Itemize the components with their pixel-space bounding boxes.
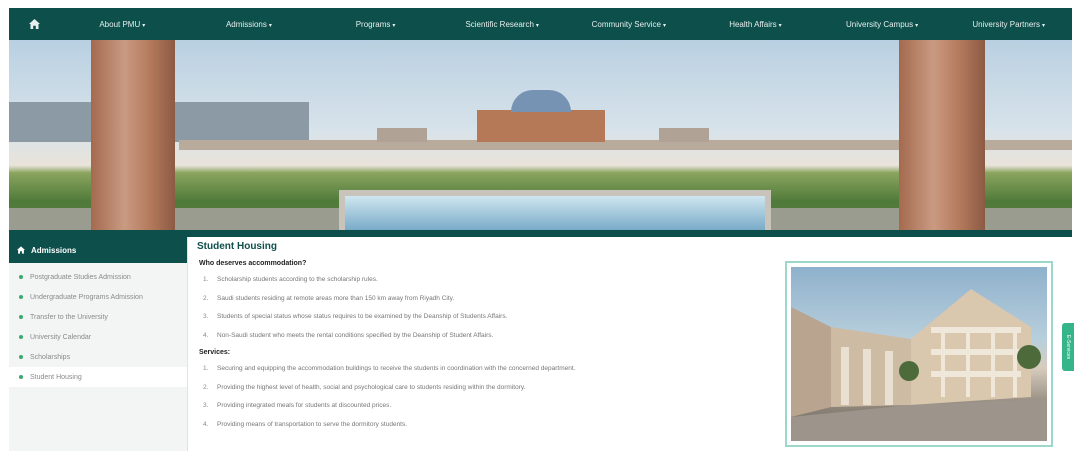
list-item: 3. Providing integrated meals for student… (203, 402, 392, 409)
nav-university-campus[interactable]: University Campus ▾ (819, 20, 946, 29)
sidebar-item-undergraduate-admission[interactable]: Undergraduate Programs Admission (9, 287, 187, 307)
list-item: 3. Students of special status whose statu… (203, 313, 508, 320)
sidebar-item-transfer[interactable]: Transfer to the University (9, 307, 187, 327)
page-frame: About PMU ▾ Admissions ▾ Programs ▾ Scienti… (9, 8, 1072, 451)
page-title: Student Housing (197, 241, 277, 252)
chevron-down-icon: ▾ (778, 22, 782, 29)
chevron-down-icon: ▾ (662, 22, 666, 29)
services-list: 1. Securing and equipping the accommodati… (197, 360, 777, 434)
list-item: 2. Saudi students residing at remote area… (203, 294, 455, 302)
housing-building-photo (791, 267, 1047, 441)
sidebar-title: Admissions (31, 245, 77, 255)
banner-building-wing-left (377, 128, 427, 142)
e-services-tab[interactable]: E-Services (1062, 323, 1074, 371)
content-area: Admissions Postgraduate Studies Admissio… (9, 237, 1072, 451)
home-icon (17, 246, 25, 254)
nav-health-affairs[interactable]: Health Affairs ▾ (692, 20, 819, 29)
banner-palace (477, 90, 605, 142)
chevron-down-icon: ▾ (1041, 22, 1045, 29)
banner-column-right (899, 40, 985, 230)
nav-programs[interactable]: Programs ▾ (312, 20, 439, 29)
banner-column-left (91, 40, 175, 230)
section-heading-eligibility: Who deserves accommodation? (199, 260, 307, 267)
list-item: 4. Non-Saudi student who meets the rental… (203, 331, 494, 339)
main-nav: About PMU ▾ Admissions ▾ Programs ▾ Scienti… (9, 8, 1072, 40)
sidebar-header: Admissions (9, 237, 187, 263)
bullet-icon (19, 275, 23, 279)
nav-university-partners[interactable]: University Partners ▾ (945, 20, 1072, 29)
section-heading-services: Services: (199, 349, 231, 356)
housing-photo-frame (785, 261, 1053, 447)
bullet-icon (19, 375, 23, 379)
nav-community-service[interactable]: Community Service ▾ (566, 20, 693, 29)
main-article: Student Housing Who deserves accommodati… (197, 237, 777, 451)
home-icon (28, 19, 40, 29)
list-item: 1. Securing and equipping the accommodati… (203, 365, 576, 372)
bullet-icon (19, 295, 23, 299)
banner-building-wing-right (659, 128, 709, 142)
chevron-down-icon: ▾ (915, 22, 919, 29)
admissions-sidebar: Admissions Postgraduate Studies Admissio… (9, 237, 188, 451)
campus-banner-image (9, 40, 1072, 230)
nav-scientific-research[interactable]: Scientific Research ▾ (439, 20, 566, 29)
chevron-down-icon: ▾ (142, 22, 146, 29)
bullet-icon (19, 335, 23, 339)
list-item: 1. Scholarship students according to the … (203, 276, 378, 283)
list-item: 2. Providing the highest level of health,… (203, 383, 526, 391)
chevron-down-icon: ▾ (535, 22, 539, 29)
sidebar-item-calendar[interactable]: University Calendar (9, 327, 187, 347)
sidebar-menu: Postgraduate Studies Admission Undergrad… (9, 267, 187, 387)
bullet-icon (19, 355, 23, 359)
housing-building-illustration (791, 289, 1047, 441)
nav-about-pmu[interactable]: About PMU ▾ (59, 20, 186, 29)
chevron-down-icon: ▾ (268, 22, 272, 29)
list-item: 4. Providing means of transportation to s… (203, 420, 408, 428)
sidebar-item-scholarships[interactable]: Scholarships (9, 347, 187, 367)
eligibility-list: 1. Scholarship students according to the … (197, 271, 777, 345)
sidebar-item-student-housing[interactable]: Student Housing (9, 367, 187, 387)
banner-pool (339, 190, 771, 230)
home-button[interactable] (9, 19, 59, 29)
nav-admissions[interactable]: Admissions ▾ (186, 20, 313, 29)
chevron-down-icon: ▾ (392, 22, 396, 29)
bullet-icon (19, 315, 23, 319)
sidebar-item-postgraduate-admission[interactable]: Postgraduate Studies Admission (9, 267, 187, 287)
